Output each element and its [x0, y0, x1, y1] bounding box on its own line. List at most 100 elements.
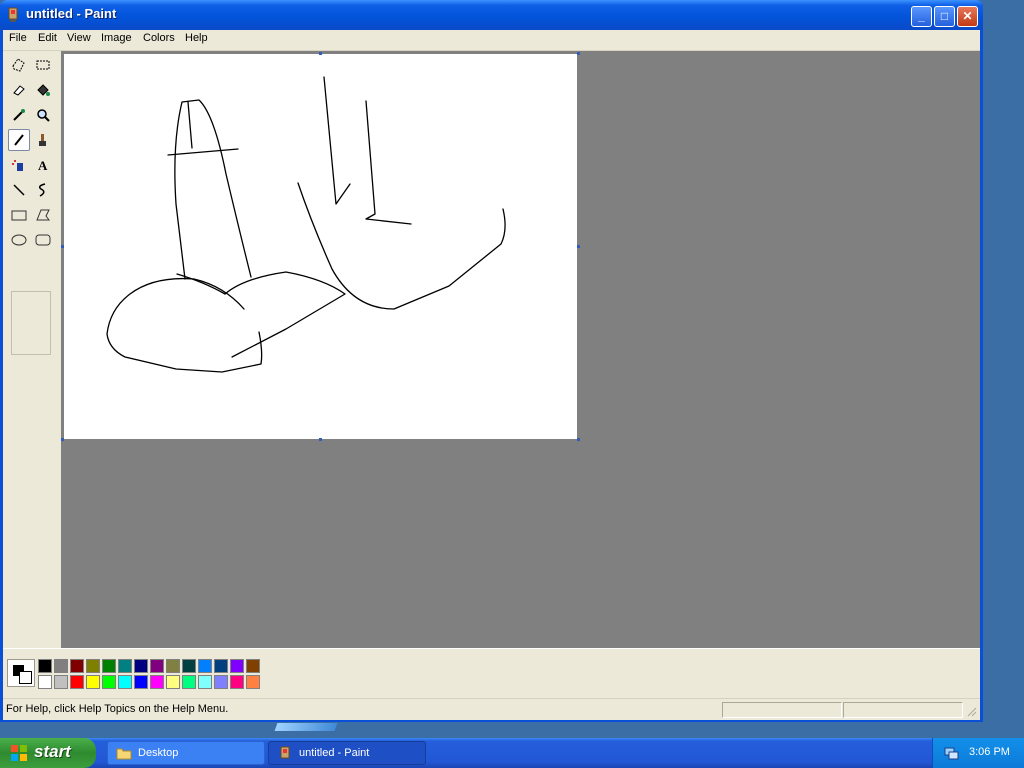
- fill-with-color-tool[interactable]: [32, 79, 54, 101]
- desktop-wallpaper-fragment: [274, 723, 338, 731]
- clock[interactable]: 3:06 PM: [969, 746, 1010, 758]
- palette-swatch[interactable]: [246, 675, 260, 689]
- menu-file[interactable]: File: [9, 32, 27, 44]
- free-form-select-icon: [12, 58, 25, 72]
- free-form-select-tool[interactable]: [8, 54, 30, 76]
- text-icon: A: [38, 158, 48, 173]
- window-client: File Edit View Image Colors Help A For H…: [3, 30, 980, 720]
- resize-grip-icon[interactable]: [965, 705, 977, 717]
- line-tool[interactable]: [8, 179, 30, 201]
- drawing-canvas[interactable]: [64, 54, 577, 439]
- background-color: [19, 671, 32, 684]
- ellipse-icon: [11, 234, 27, 246]
- text-tool[interactable]: A: [32, 154, 54, 176]
- pencil-tool[interactable]: [8, 129, 30, 151]
- line-icon: [13, 184, 25, 196]
- paint-bucket-icon: [37, 84, 50, 96]
- current-colors-box: [7, 659, 35, 687]
- palette-swatch[interactable]: [86, 675, 100, 689]
- palette-swatch[interactable]: [214, 659, 228, 673]
- menu-image[interactable]: Image: [101, 32, 132, 44]
- polygon-tool[interactable]: [32, 204, 54, 226]
- menu-edit[interactable]: Edit: [38, 32, 57, 44]
- palette-swatch[interactable]: [118, 659, 132, 673]
- ellipse-tool[interactable]: [8, 229, 30, 251]
- resize-handle-bottom-left[interactable]: [61, 438, 64, 441]
- resize-handle-bottom[interactable]: [319, 438, 322, 441]
- palette-swatch[interactable]: [86, 659, 100, 673]
- palette-swatch[interactable]: [54, 675, 68, 689]
- title-bar[interactable]: untitled - Paint _ □ ✕: [0, 0, 983, 30]
- palette-swatch[interactable]: [70, 659, 84, 673]
- magnifier-tool[interactable]: [32, 104, 54, 126]
- palette-swatch[interactable]: [38, 659, 52, 673]
- taskbar-button-desktop[interactable]: Desktop: [107, 741, 265, 765]
- resize-handle-top-right[interactable]: [577, 52, 580, 55]
- palette-swatch[interactable]: [230, 659, 244, 673]
- desktop-background: [984, 0, 1024, 738]
- taskbar-label-paint: untitled - Paint: [299, 747, 370, 759]
- taskbar-label-desktop: Desktop: [138, 747, 179, 759]
- rect-select-icon: [36, 60, 50, 70]
- palette-swatch[interactable]: [102, 659, 116, 673]
- system-tray: 3:06 PM: [932, 738, 1024, 768]
- palette-swatch[interactable]: [38, 675, 52, 689]
- palette-swatch[interactable]: [182, 675, 196, 689]
- curve-icon: [38, 183, 46, 197]
- network-icon[interactable]: [943, 745, 959, 761]
- paint-app-icon: [8, 7, 18, 22]
- menu-help[interactable]: Help: [185, 32, 208, 44]
- svg-text:A: A: [38, 158, 48, 173]
- palette-swatch[interactable]: [198, 659, 212, 673]
- toolbox: A: [3, 51, 61, 648]
- resize-handle-top[interactable]: [319, 52, 322, 55]
- palette-swatch[interactable]: [182, 659, 196, 673]
- minimize-button[interactable]: _: [911, 6, 932, 27]
- maximize-icon: □: [940, 9, 949, 23]
- curve-tool[interactable]: [32, 179, 54, 201]
- start-button[interactable]: start: [0, 738, 96, 768]
- resize-handle-right[interactable]: [577, 245, 580, 248]
- palette-swatch[interactable]: [214, 675, 228, 689]
- palette-swatch[interactable]: [102, 675, 116, 689]
- close-button[interactable]: ✕: [957, 6, 978, 27]
- eraser-tool[interactable]: [8, 79, 30, 101]
- menu-colors[interactable]: Colors: [143, 32, 175, 44]
- palette-swatch[interactable]: [230, 675, 244, 689]
- rounded-rectangle-icon: [35, 234, 51, 246]
- brush-tool[interactable]: [32, 129, 54, 151]
- eraser-icon: [13, 85, 25, 96]
- start-label: start: [34, 742, 71, 761]
- tool-options-box[interactable]: [11, 291, 51, 355]
- rounded-rectangle-tool[interactable]: [32, 229, 54, 251]
- window-title: untitled - Paint: [26, 6, 117, 21]
- desktop-background-bottom: [0, 722, 1024, 738]
- resize-handle-left[interactable]: [61, 245, 64, 248]
- pick-color-tool[interactable]: [8, 104, 30, 126]
- palette-swatch[interactable]: [54, 659, 68, 673]
- rectangle-tool[interactable]: [8, 204, 30, 226]
- palette-swatch[interactable]: [150, 659, 164, 673]
- palette-swatch[interactable]: [70, 675, 84, 689]
- palette-swatch[interactable]: [246, 659, 260, 673]
- status-position-cell: [722, 702, 842, 718]
- rectangle-icon: [11, 210, 27, 221]
- taskbar-button-paint[interactable]: untitled - Paint: [268, 741, 426, 765]
- maximize-button[interactable]: □: [934, 6, 955, 27]
- airbrush-tool[interactable]: [8, 154, 30, 176]
- palette-swatch[interactable]: [134, 659, 148, 673]
- polygon-icon: [36, 209, 50, 221]
- palette-swatch[interactable]: [166, 659, 180, 673]
- taskbar: start Desktop untitled - Paint 3:06 PM: [0, 738, 1024, 768]
- brush-icon: [39, 134, 46, 146]
- palette-swatch[interactable]: [134, 675, 148, 689]
- status-size-cell: [843, 702, 963, 718]
- palette-swatch[interactable]: [150, 675, 164, 689]
- select-tool[interactable]: [32, 54, 54, 76]
- eyedropper-icon: [13, 109, 25, 121]
- menu-view[interactable]: View: [67, 32, 91, 44]
- palette-swatch[interactable]: [118, 675, 132, 689]
- resize-handle-bottom-right[interactable]: [577, 438, 580, 441]
- palette-swatch[interactable]: [198, 675, 212, 689]
- palette-swatch[interactable]: [166, 675, 180, 689]
